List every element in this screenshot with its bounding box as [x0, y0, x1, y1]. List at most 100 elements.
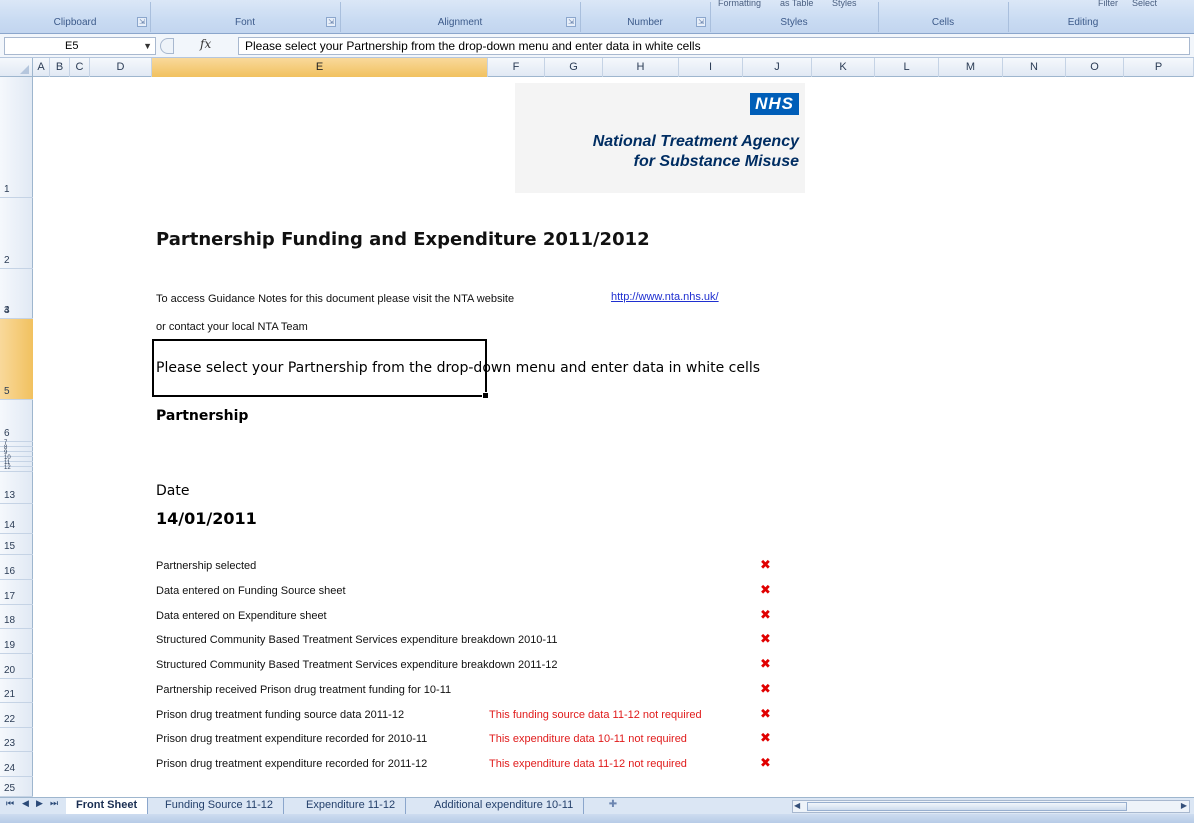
- row-header[interactable]: 20: [0, 654, 33, 679]
- status-bar: [0, 814, 1194, 823]
- contact-text: or contact your local NTA Team: [156, 321, 308, 333]
- column-header[interactable]: L: [875, 58, 939, 77]
- tab-expenditure[interactable]: Expenditure 11-12: [296, 798, 407, 814]
- column-header[interactable]: F: [488, 58, 545, 77]
- row-header[interactable]: 4: [0, 294, 33, 319]
- row-headers: 1 2 3 4 5 6 7 8 9 10 11 12 13 14 15 16 1…: [0, 77, 33, 797]
- row-header-selected[interactable]: 5: [0, 319, 33, 400]
- column-headers: A B C D E F G H I J K L M N O P: [0, 58, 1194, 77]
- checklist-label: Partnership received Prison drug treatme…: [156, 684, 452, 696]
- prev-sheet-icon[interactable]: ◀: [22, 799, 29, 809]
- checklist-note: This expenditure data 10-11 not required: [489, 733, 687, 745]
- column-header[interactable]: A: [33, 58, 50, 77]
- ribbon-fragment: Filter: [1098, 0, 1118, 8]
- column-header-selected[interactable]: E: [152, 58, 488, 77]
- date-label: Date: [156, 483, 190, 499]
- column-header[interactable]: N: [1003, 58, 1066, 77]
- ribbon-group-editing[interactable]: Editing: [1008, 14, 1158, 32]
- status-x-icon: ✖: [760, 756, 771, 771]
- column-header[interactable]: D: [90, 58, 152, 77]
- worksheet-grid[interactable]: NHS National Treatment Agency for Substa…: [33, 77, 1194, 797]
- row-header[interactable]: 13: [0, 472, 33, 504]
- insert-sheet-icon[interactable]: ✚: [598, 799, 628, 813]
- page-title: Partnership Funding and Expenditure 2011…: [156, 229, 650, 250]
- formula-expand-handle[interactable]: [160, 38, 174, 54]
- column-header[interactable]: G: [545, 58, 603, 77]
- row-header[interactable]: 1: [0, 77, 33, 198]
- first-sheet-icon[interactable]: ⏮: [6, 799, 14, 809]
- logo-line-2: for Substance Misuse: [633, 153, 799, 170]
- checklist-label: Prison drug treatment expenditure record…: [156, 758, 428, 770]
- ribbon-fragment: Formatting: [718, 0, 762, 8]
- active-cell-border[interactable]: [152, 339, 489, 399]
- dialog-launcher-icon[interactable]: ⇲: [137, 17, 147, 27]
- column-header[interactable]: M: [939, 58, 1003, 77]
- checklist-label: Data entered on Expenditure sheet: [156, 610, 327, 622]
- row-header[interactable]: 22: [0, 703, 33, 728]
- column-header[interactable]: K: [812, 58, 875, 77]
- status-x-icon: ✖: [760, 657, 771, 672]
- nhs-logo: NHS: [750, 93, 799, 115]
- ribbon-group-clipboard[interactable]: Clipboard: [0, 14, 150, 32]
- row-header[interactable]: 16: [0, 555, 33, 580]
- ribbon-fragment: as Table: [780, 0, 814, 8]
- row-header[interactable]: 25: [0, 777, 33, 797]
- scroll-left-icon[interactable]: ◀: [794, 801, 800, 810]
- column-header[interactable]: I: [679, 58, 743, 77]
- ribbon-group-styles[interactable]: Styles: [710, 14, 878, 32]
- column-header[interactable]: B: [50, 58, 70, 77]
- next-sheet-icon[interactable]: ▶: [36, 799, 43, 809]
- checklist-label: Data entered on Funding Source sheet: [156, 585, 346, 597]
- status-x-icon: ✖: [760, 583, 771, 598]
- name-box[interactable]: E5 ▼: [4, 37, 156, 55]
- status-x-icon: ✖: [760, 608, 771, 623]
- checklist-label: Prison drug treatment expenditure record…: [156, 733, 428, 745]
- column-header[interactable]: C: [70, 58, 90, 77]
- dialog-launcher-icon[interactable]: ⇲: [566, 17, 576, 27]
- ribbon-group-alignment[interactable]: Alignment: [340, 14, 580, 32]
- checklist-label: Prison drug treatment funding source dat…: [156, 709, 405, 721]
- row-header[interactable]: 17: [0, 580, 33, 605]
- ribbon-group-font[interactable]: Font: [150, 14, 340, 32]
- column-header[interactable]: O: [1066, 58, 1124, 77]
- column-header[interactable]: J: [743, 58, 812, 77]
- tab-front-sheet[interactable]: Front Sheet: [66, 798, 149, 814]
- status-x-icon: ✖: [760, 558, 771, 573]
- nta-website-link[interactable]: http://www.nta.nhs.uk/: [611, 291, 719, 303]
- status-x-icon: ✖: [760, 682, 771, 697]
- scrollbar-thumb[interactable]: [807, 802, 1127, 811]
- row-header[interactable]: 6: [0, 400, 33, 442]
- partnership-label: Partnership: [156, 408, 249, 424]
- ribbon: Formatting as Table Styles Filter Select…: [0, 0, 1194, 34]
- date-value: 14/01/2011: [156, 509, 257, 528]
- row-header[interactable]: 18: [0, 605, 33, 629]
- scroll-right-icon[interactable]: ▶: [1181, 801, 1187, 810]
- dialog-launcher-icon[interactable]: ⇲: [326, 17, 336, 27]
- dialog-launcher-icon[interactable]: ⇲: [696, 17, 706, 27]
- insert-function-icon[interactable]: fx: [200, 37, 236, 51]
- row-header[interactable]: 21: [0, 679, 33, 703]
- name-box-value: E5: [65, 40, 79, 52]
- row-header[interactable]: 14: [0, 504, 33, 534]
- row-header[interactable]: 24: [0, 752, 33, 777]
- nta-logo: NHS National Treatment Agency for Substa…: [515, 83, 805, 193]
- tab-funding-source[interactable]: Funding Source 11-12: [155, 798, 285, 814]
- row-header[interactable]: 2: [0, 198, 33, 269]
- row-header[interactable]: 19: [0, 629, 33, 654]
- tab-additional-expenditure[interactable]: Additional expenditure 10-11: [424, 798, 585, 814]
- column-header[interactable]: H: [603, 58, 679, 77]
- ribbon-group-cells[interactable]: Cells: [878, 14, 1008, 32]
- select-all-button[interactable]: [0, 58, 33, 77]
- last-sheet-icon[interactable]: ⏭: [50, 799, 58, 809]
- ribbon-fragment: Styles: [832, 0, 857, 8]
- formula-input[interactable]: Please select your Partnership from the …: [238, 37, 1190, 55]
- ribbon-fragment: Select: [1132, 0, 1158, 8]
- chevron-down-icon[interactable]: ▼: [143, 38, 152, 54]
- row-header[interactable]: 15: [0, 534, 33, 555]
- checklist-label: Partnership selected: [156, 560, 257, 572]
- column-header[interactable]: P: [1124, 58, 1194, 77]
- checklist-label: Structured Community Based Treatment Ser…: [156, 634, 558, 646]
- horizontal-scrollbar[interactable]: ◀ ▶: [792, 800, 1190, 813]
- ribbon-group-number[interactable]: Number: [580, 14, 710, 32]
- row-header[interactable]: 23: [0, 728, 33, 752]
